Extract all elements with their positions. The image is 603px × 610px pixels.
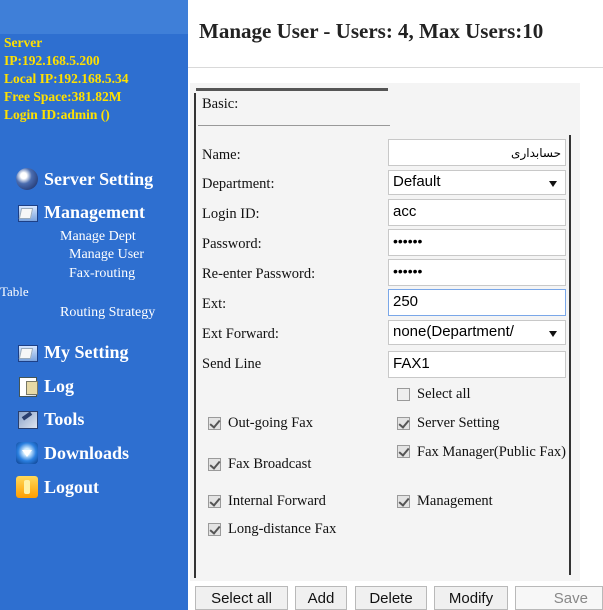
server-ip: IP:192.168.5.200 xyxy=(4,53,100,68)
basic-section-label: Basic: xyxy=(202,96,239,112)
server-info: Server IP:192.168.5.200 Local IP:192.168… xyxy=(0,34,188,124)
internal-forward-label: Internal Forward xyxy=(228,493,326,509)
password-label: Password: xyxy=(202,236,262,252)
checkbox-box xyxy=(397,388,410,401)
page-title: Manage User - Users: 4, Max Users:10 xyxy=(199,19,544,43)
select-all-checkbox-label: Select all xyxy=(417,386,471,402)
ext-forward-select[interactable]: none(Department/ xyxy=(388,320,566,345)
name-label: Name: xyxy=(202,147,241,163)
panel-right-border xyxy=(569,135,571,575)
login-id-info: Login ID:admin () xyxy=(4,107,110,122)
nav-downloads[interactable]: Downloads xyxy=(0,442,129,464)
login-id-label: Login ID: xyxy=(202,206,260,222)
internal-forward-checkbox[interactable]: Internal Forward xyxy=(208,493,326,510)
sidebar-top-band xyxy=(0,0,188,34)
add-button[interactable]: Add xyxy=(295,586,347,610)
ext-input[interactable]: 250 xyxy=(388,289,566,316)
department-select[interactable]: Default xyxy=(388,170,566,195)
select-all-button[interactable]: Select all xyxy=(195,586,288,610)
server-icon xyxy=(16,168,38,190)
server-setting-checkbox[interactable]: Server Setting xyxy=(397,415,500,432)
long-distance-fax-label: Long-distance Fax xyxy=(228,521,337,537)
outgoing-fax-checkbox[interactable]: Out-going Fax xyxy=(208,415,313,432)
checkbox-box xyxy=(397,495,410,508)
checkbox-box xyxy=(208,495,221,508)
nav-tools-label: Tools xyxy=(44,408,85,429)
management-checkbox[interactable]: Management xyxy=(397,493,493,510)
send-line-label: Send Line xyxy=(202,356,262,372)
nav-downloads-label: Downloads xyxy=(44,442,130,463)
local-ip: Local IP:192.168.5.34 xyxy=(4,71,129,86)
long-distance-fax-checkbox[interactable]: Long-distance Fax xyxy=(208,521,336,538)
nav-my-setting[interactable]: My Setting xyxy=(0,341,129,363)
checkbox-box xyxy=(208,458,221,471)
delete-button[interactable]: Delete xyxy=(355,586,427,610)
ext-forward-label: Ext Forward: xyxy=(202,326,279,342)
free-space: Free Space:381.82M xyxy=(4,89,122,104)
user-form-panel: Basic: Name: حسابداری Department: Defaul… xyxy=(190,83,580,581)
folder-icon xyxy=(16,341,38,363)
log-icon xyxy=(16,375,38,397)
folder-icon xyxy=(16,201,38,223)
checkbox-box xyxy=(208,417,221,430)
nav-my-setting-label: My Setting xyxy=(44,341,129,362)
ext-label: Ext: xyxy=(202,296,227,312)
management-permission-label: Management xyxy=(417,493,493,509)
panel-top-border xyxy=(196,88,388,91)
department-label: Department: xyxy=(202,176,275,192)
download-icon xyxy=(16,442,38,464)
nav-routing-strategy[interactable]: Routing Strategy xyxy=(60,305,155,321)
basic-section-divider xyxy=(198,125,390,126)
server-setting-permission-label: Server Setting xyxy=(417,415,500,431)
nav-log-label: Log xyxy=(44,375,75,396)
fax-manager-label: Fax Manager(Public Fax) xyxy=(417,444,566,460)
nav-manage-user[interactable]: Manage User xyxy=(69,247,144,263)
fax-broadcast-label: Fax Broadcast xyxy=(228,456,312,472)
checkbox-box xyxy=(397,417,410,430)
nav-tools[interactable]: Tools xyxy=(0,408,84,430)
reenter-password-input[interactable]: •••••• xyxy=(388,259,566,286)
nav-server-setting-label: Server Setting xyxy=(44,168,154,189)
modify-button[interactable]: Modify xyxy=(434,586,508,610)
panel-left-border xyxy=(194,93,196,578)
checkbox-box xyxy=(397,445,410,458)
save-button[interactable]: Save xyxy=(515,586,603,610)
sidebar: Server IP:192.168.5.200 Local IP:192.168… xyxy=(0,0,188,610)
tools-icon xyxy=(16,408,38,430)
nav-logout-label: Logout xyxy=(44,476,100,497)
name-input[interactable]: حسابداری xyxy=(388,139,566,166)
nav-server-setting[interactable]: Server Setting xyxy=(0,168,153,190)
nav-logout[interactable]: Logout xyxy=(0,476,99,498)
server-label: Server xyxy=(4,35,43,50)
logout-icon xyxy=(16,476,38,498)
nav-fax-routing-table[interactable]: Table xyxy=(0,284,29,300)
password-input[interactable]: •••••• xyxy=(388,229,566,256)
nav-management-label: Management xyxy=(44,201,145,222)
login-id-input[interactable]: acc xyxy=(388,199,566,226)
nav-log[interactable]: Log xyxy=(0,375,74,397)
nav-fax-routing[interactable]: Fax-routing xyxy=(69,266,135,282)
fax-manager-checkbox[interactable]: Fax Manager(Public Fax) xyxy=(397,443,569,462)
send-line-input[interactable]: FAX1 xyxy=(388,351,566,378)
fax-broadcast-checkbox[interactable]: Fax Broadcast xyxy=(208,456,311,473)
title-divider xyxy=(188,67,603,68)
select-all-checkbox[interactable]: Select all xyxy=(397,386,471,403)
nav-manage-dept[interactable]: Manage Dept xyxy=(60,229,136,245)
outgoing-fax-label: Out-going Fax xyxy=(228,415,313,431)
reenter-password-label: Re-enter Password: xyxy=(202,266,316,282)
checkbox-box xyxy=(208,523,221,536)
nav-management[interactable]: Management xyxy=(0,201,145,223)
